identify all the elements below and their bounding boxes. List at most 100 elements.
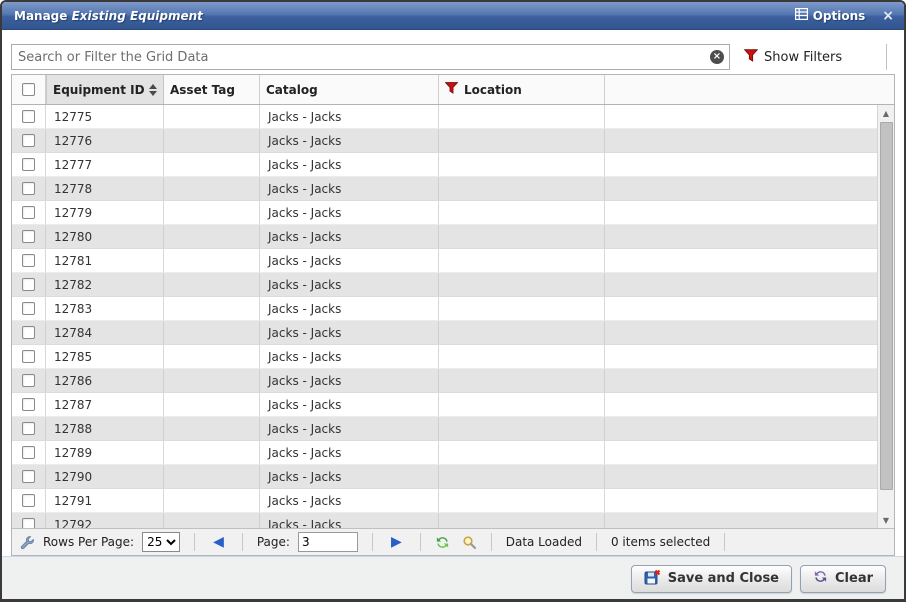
- row-checkbox[interactable]: [22, 374, 35, 387]
- scroll-down-icon[interactable]: ▼: [883, 512, 889, 528]
- close-icon[interactable]: ×: [882, 9, 894, 23]
- row-checkbox[interactable]: [22, 422, 35, 435]
- location-cell: [439, 465, 605, 488]
- dialog-titlebar[interactable]: Manage Existing Equipment Options ×: [2, 2, 904, 30]
- clear-search-icon[interactable]: ×: [710, 50, 724, 64]
- row-checkbox[interactable]: [22, 254, 35, 267]
- location-cell: [439, 393, 605, 416]
- row-checkbox[interactable]: [22, 350, 35, 363]
- previous-page-button[interactable]: ◀: [209, 535, 228, 549]
- table-row[interactable]: 12780Jacks - Jacks: [12, 225, 877, 249]
- checkbox-cell: [12, 225, 46, 248]
- row-checkbox[interactable]: [22, 110, 35, 123]
- page-number-input[interactable]: [298, 532, 358, 552]
- save-icon: [644, 569, 661, 589]
- location-cell: [439, 489, 605, 512]
- asset-tag-cell: [164, 489, 260, 512]
- column-header-catalog[interactable]: Catalog: [260, 75, 439, 104]
- row-checkbox[interactable]: [22, 326, 35, 339]
- table-row[interactable]: 12779Jacks - Jacks: [12, 201, 877, 225]
- row-checkbox[interactable]: [22, 518, 35, 528]
- table-row[interactable]: 12791 Jacks - Jacks: [12, 489, 877, 513]
- catalog-cell: Jacks - Jacks: [260, 465, 439, 488]
- empty-cell: [605, 297, 877, 320]
- show-filters-button[interactable]: Show Filters: [744, 49, 842, 66]
- save-and-close-button[interactable]: Save and Close: [631, 565, 792, 593]
- catalog-cell: Jacks - Jacks: [260, 489, 439, 512]
- row-checkbox[interactable]: [22, 134, 35, 147]
- column-header-empty: [605, 75, 894, 104]
- table-row[interactable]: 12787Jacks - Jacks: [12, 393, 877, 417]
- scrollbar-thumb[interactable]: [880, 122, 893, 490]
- column-header-equipment-id[interactable]: Equipment ID: [46, 75, 164, 104]
- table-row[interactable]: 12789Jacks - Jacks: [12, 441, 877, 465]
- row-checkbox[interactable]: [22, 398, 35, 411]
- search-input[interactable]: [11, 44, 730, 70]
- row-checkbox[interactable]: [22, 230, 35, 243]
- row-checkbox[interactable]: [22, 470, 35, 483]
- equipment-grid: Equipment ID Asset Tag Catalog Location: [11, 74, 895, 556]
- rows-per-page-select[interactable]: 25: [142, 532, 180, 552]
- location-cell: [439, 177, 605, 200]
- row-checkbox[interactable]: [22, 446, 35, 459]
- scroll-up-icon[interactable]: ▲: [883, 105, 889, 121]
- asset-tag-cell: [164, 105, 260, 128]
- page-label: Page:: [257, 535, 290, 549]
- row-checkbox[interactable]: [22, 302, 35, 315]
- search-box: ×: [11, 44, 730, 70]
- row-checkbox[interactable]: [22, 494, 35, 507]
- row-checkbox[interactable]: [22, 206, 35, 219]
- location-cell: [439, 369, 605, 392]
- magnifier-icon[interactable]: [462, 535, 477, 550]
- equipment-id-cell: 12784: [46, 321, 164, 344]
- empty-cell: [605, 153, 877, 176]
- table-row[interactable]: 12783Jacks - Jacks: [12, 297, 877, 321]
- checkbox-cell: [12, 249, 46, 272]
- clear-button[interactable]: Clear: [800, 565, 886, 593]
- page-title: Manage Existing Equipment: [14, 9, 795, 23]
- vertical-scrollbar[interactable]: ▲ ▼: [877, 105, 894, 528]
- asset-tag-cell: [164, 465, 260, 488]
- catalog-cell: Jacks - Jacks: [260, 417, 439, 440]
- asset-tag-cell: [164, 393, 260, 416]
- equipment-id-cell: 12791: [46, 489, 164, 512]
- empty-cell: [605, 345, 877, 368]
- location-cell: [439, 225, 605, 248]
- equipment-id-cell: 12786: [46, 369, 164, 392]
- checkbox-cell: [12, 393, 46, 416]
- action-panel: Save and Close Clear: [2, 556, 904, 600]
- table-row[interactable]: 12792Jacks - Jacks: [12, 513, 877, 528]
- row-checkbox[interactable]: [22, 182, 35, 195]
- table-row[interactable]: 12788Jacks - Jacks: [12, 417, 877, 441]
- sort-icon[interactable]: [149, 84, 157, 96]
- location-cell: [439, 345, 605, 368]
- next-page-button[interactable]: ▶: [387, 535, 406, 549]
- row-checkbox[interactable]: [22, 278, 35, 291]
- location-cell: [439, 105, 605, 128]
- options-button[interactable]: Options: [795, 8, 866, 23]
- table-row[interactable]: 12781Jacks - Jacks: [12, 249, 877, 273]
- save-and-close-label: Save and Close: [668, 571, 779, 586]
- refresh-icon[interactable]: [435, 535, 450, 550]
- column-header-location[interactable]: Location: [439, 75, 605, 104]
- table-row[interactable]: 12777Jacks - Jacks: [12, 153, 877, 177]
- table-row[interactable]: 12782Jacks - Jacks: [12, 273, 877, 297]
- column-header-asset-tag[interactable]: Asset Tag: [164, 75, 260, 104]
- equipment-id-cell: 12785: [46, 345, 164, 368]
- table-row[interactable]: 12775Jacks - Jacks: [12, 105, 877, 129]
- wrench-icon[interactable]: [20, 535, 35, 550]
- location-cell: [439, 441, 605, 464]
- checkbox-cell: [12, 153, 46, 176]
- catalog-cell: Jacks - Jacks: [260, 273, 439, 296]
- table-row[interactable]: 12785Jacks - Jacks: [12, 345, 877, 369]
- row-checkbox[interactable]: [22, 158, 35, 171]
- column-label: Asset Tag: [170, 83, 235, 97]
- table-row[interactable]: 12778Jacks - Jacks: [12, 177, 877, 201]
- asset-tag-cell: [164, 153, 260, 176]
- location-cell: [439, 153, 605, 176]
- table-row[interactable]: 12776Jacks - Jacks: [12, 129, 877, 153]
- select-all-checkbox[interactable]: [22, 83, 35, 96]
- table-row[interactable]: 12786Jacks - Jacks: [12, 369, 877, 393]
- table-row[interactable]: 12784Jacks - Jacks: [12, 321, 877, 345]
- table-row[interactable]: 12790Jacks - Jacks: [12, 465, 877, 489]
